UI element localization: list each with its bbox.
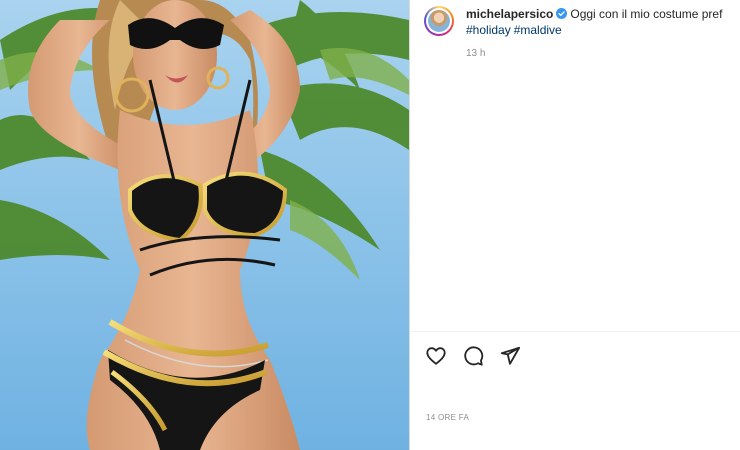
verified-badge-icon: [556, 8, 568, 19]
beach-photo: [0, 0, 409, 450]
caption-text: Oggi con il mio costume pref: [570, 7, 723, 21]
comment-icon[interactable]: [462, 345, 484, 367]
instagram-post: michelapersico Oggi con il mio costume pr…: [0, 0, 740, 450]
heart-icon[interactable]: [425, 345, 447, 367]
divider: [410, 331, 740, 332]
post-photo[interactable]: [0, 0, 409, 450]
avatar[interactable]: [424, 6, 454, 36]
post-date[interactable]: 14 ORE FA: [426, 413, 469, 422]
avatar-image: [428, 10, 450, 32]
username-link[interactable]: michelapersico: [466, 7, 553, 21]
caption-time: 13 h: [466, 48, 486, 59]
hashtag-holiday[interactable]: #holiday: [466, 23, 511, 37]
hashtag-list: #holiday #maldive: [466, 23, 565, 37]
paper-plane-icon[interactable]: [499, 345, 521, 367]
caption-row: michelapersico Oggi con il mio costume pr…: [424, 6, 740, 38]
action-bar: [425, 345, 521, 367]
post-caption: michelapersico Oggi con il mio costume pr…: [466, 6, 722, 38]
hashtag-maldive[interactable]: #maldive: [514, 23, 562, 37]
post-sidebar: michelapersico Oggi con il mio costume pr…: [409, 0, 740, 450]
